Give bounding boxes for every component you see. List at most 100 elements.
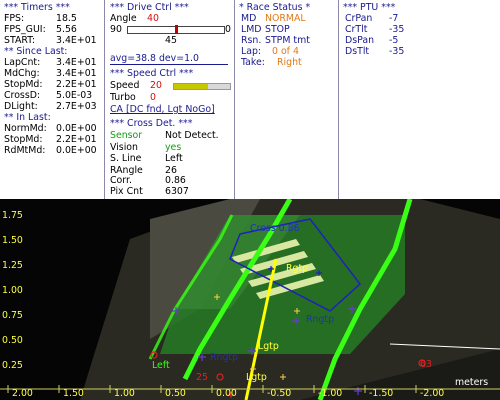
corr-label: Corr. bbox=[110, 175, 132, 186]
x-tick-label: 1.50 bbox=[63, 388, 84, 399]
rsn-label: Rsn. bbox=[241, 35, 262, 46]
race-status-panel: * Race Status * MD NORMAL LMD STOP Rsn. … bbox=[235, 0, 338, 199]
crpan-label: CrPan bbox=[345, 13, 373, 24]
y-tick-label: 1.25 bbox=[2, 260, 23, 271]
dlight-value: 2.7E+03 bbox=[56, 101, 97, 112]
crossd-label: CrossD: bbox=[4, 90, 41, 101]
x-tick-label: -2.00 bbox=[420, 388, 445, 399]
stopmd2-value: 2.2E+01 bbox=[56, 134, 97, 145]
crpan-value: -7 bbox=[389, 13, 399, 24]
lap-value: 0 of 4 bbox=[272, 46, 299, 57]
vision-value: yes bbox=[165, 142, 182, 153]
angle-value: 40 bbox=[147, 13, 159, 24]
since-last-header: ** Since Last: bbox=[4, 46, 68, 57]
timers-panel: *** Timers *** FPS: 18.5 FPS_GUI: 5.56 S… bbox=[0, 0, 104, 199]
y-tick-label: 1.50 bbox=[2, 235, 23, 246]
rsn-value: STPM tmt bbox=[265, 35, 310, 46]
x-tick-label: 2.00 bbox=[12, 388, 33, 399]
pixcnt-label: Pix Cnt bbox=[110, 186, 143, 197]
ptu-panel: *** PTU *** CrPan -7 CrTlt -35 DsPan -5 … bbox=[339, 0, 500, 199]
lgtp2-label: Lgtp bbox=[246, 372, 267, 383]
start-label: START: bbox=[4, 35, 36, 46]
turbo-label: Turbo bbox=[110, 92, 136, 103]
y-tick-label: 1.75 bbox=[2, 210, 23, 221]
avg-dev-text: avg=38.8 dev=1.0 bbox=[110, 53, 199, 64]
x-tick-label: 0.50 bbox=[165, 388, 186, 399]
x-tick-label: 1.00 bbox=[114, 388, 135, 399]
y-tick-label: 0.75 bbox=[2, 310, 23, 321]
take-value: Right bbox=[277, 57, 302, 68]
stopmd-label: StopMd: bbox=[4, 79, 43, 90]
pixcnt-value: 6307 bbox=[165, 186, 189, 197]
dstilt-value: -35 bbox=[389, 46, 405, 57]
speed-bar-fill bbox=[174, 84, 208, 89]
fpsgui-value: 5.56 bbox=[56, 24, 77, 35]
avg-underline bbox=[110, 64, 228, 65]
slider-value-label: 45 bbox=[165, 35, 177, 46]
corr-value: 0.86 bbox=[165, 175, 186, 186]
num-25-label: 25 bbox=[196, 372, 208, 383]
left-label: Left bbox=[152, 360, 170, 371]
stopmd-value: 2.2E+01 bbox=[56, 79, 97, 90]
rdmtmd-label: RdMtMd: bbox=[4, 145, 46, 156]
lapcnt-label: LapCnt: bbox=[4, 57, 41, 68]
camera-view[interactable]: Cross 0.86 Rgtp Rngtp Left Rngtp Lgtp Lg… bbox=[0, 199, 500, 400]
lapcnt-value: 3.4E+01 bbox=[56, 57, 97, 68]
x-tick-label: -1.50 bbox=[369, 388, 394, 399]
normmd-value: 0.0E+00 bbox=[56, 123, 97, 134]
vision-label: Vision bbox=[110, 142, 138, 153]
rgtp-label: Rgtp bbox=[286, 263, 308, 274]
fps-label: FPS: bbox=[4, 13, 25, 24]
mdchg-label: MdChg: bbox=[4, 68, 40, 79]
timers-header: *** Timers *** bbox=[4, 2, 70, 13]
turbo-value: 0 bbox=[150, 92, 156, 103]
crtilt-label: CrTlt bbox=[345, 24, 368, 35]
dspan-label: DsPan bbox=[345, 35, 375, 46]
speed-value: 20 bbox=[150, 80, 162, 91]
lmd-value: STOP bbox=[265, 24, 290, 35]
x-tick-label: -0.50 bbox=[267, 388, 292, 399]
num-63-label: 63 bbox=[420, 359, 432, 370]
sensor-label: Sensor bbox=[110, 130, 143, 141]
lmd-label: LMD bbox=[241, 24, 262, 35]
x-tick-label: 0.00 bbox=[216, 388, 237, 399]
speed-label: Speed bbox=[110, 80, 140, 91]
slider-max-label: 0 bbox=[225, 24, 231, 35]
md-label: MD bbox=[241, 13, 257, 24]
speed-bar bbox=[173, 83, 231, 90]
y-tick-label: 1.00 bbox=[2, 285, 23, 296]
crossd-value: 5.0E-03 bbox=[56, 90, 93, 101]
md-value: NORMAL bbox=[265, 13, 306, 24]
speed-ctrl-header: *** Speed Ctrl *** bbox=[110, 68, 194, 79]
crtilt-value: -35 bbox=[389, 24, 405, 35]
angle-slider[interactable] bbox=[127, 25, 225, 34]
start-value: 3.4E+01 bbox=[56, 35, 97, 46]
in-last-header: ** In Last: bbox=[4, 112, 51, 123]
sline-label: S. Line bbox=[110, 153, 142, 164]
ptu-header: *** PTU *** bbox=[343, 2, 396, 13]
fps-value: 18.5 bbox=[56, 13, 77, 24]
dlight-label: DLight: bbox=[4, 101, 38, 112]
take-label: Take: bbox=[241, 57, 265, 68]
slider-min-label: 90 bbox=[110, 24, 122, 35]
y-tick-label: 0.25 bbox=[2, 360, 23, 371]
meters-label: meters bbox=[455, 377, 489, 388]
mdchg-value: 3.4E+01 bbox=[56, 68, 97, 79]
dspan-value: -5 bbox=[389, 35, 399, 46]
x-tick-label: -1.00 bbox=[318, 388, 343, 399]
angle-slider-knob[interactable] bbox=[175, 25, 178, 34]
y-tick-label: 0.50 bbox=[2, 335, 23, 346]
lgtp-label: Lgtp bbox=[258, 341, 279, 352]
stopmd2-label: StopMd: bbox=[4, 134, 43, 145]
fpsgui-label: FPS_GUI: bbox=[4, 24, 46, 35]
angle-label: Angle bbox=[110, 13, 137, 24]
sline-value: Left bbox=[165, 153, 183, 164]
normmd-label: NormMd: bbox=[4, 123, 47, 134]
cross-det-header: *** Cross Det. *** bbox=[110, 118, 193, 129]
rngtp-left-label: Rngtp bbox=[210, 352, 238, 363]
dstilt-label: DsTlt bbox=[345, 46, 370, 57]
cross-label: Cross 0.86 bbox=[250, 223, 300, 234]
rngtp-label: Rngtp bbox=[306, 314, 334, 325]
drive-ctrl-header: *** Drive Ctrl *** bbox=[110, 2, 189, 13]
ca-link[interactable]: CA [DC fnd, Lgt NoGo] bbox=[110, 104, 215, 115]
